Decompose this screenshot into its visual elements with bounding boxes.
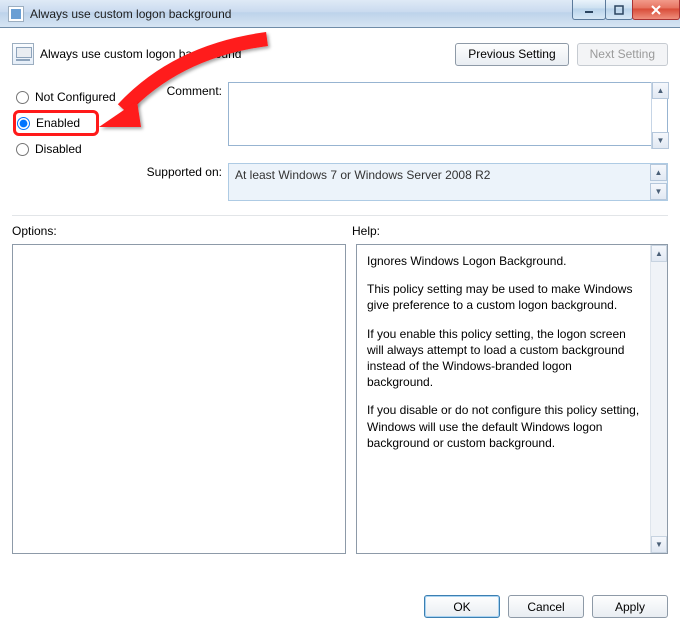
radio-disabled-input[interactable] [16, 143, 29, 156]
scroll-down-icon[interactable]: ▼ [651, 536, 667, 553]
radio-disabled-label: Disabled [35, 142, 82, 156]
window-title: Always use custom logon background [30, 7, 231, 21]
scroll-track[interactable] [651, 262, 667, 536]
window-icon [8, 6, 24, 22]
previous-setting-button[interactable]: Previous Setting [455, 43, 568, 66]
options-label: Options: [12, 224, 352, 238]
header-row: Always use custom logon background Previ… [12, 38, 668, 70]
options-panel [12, 244, 346, 554]
policy-icon [12, 43, 34, 65]
comment-input[interactable] [228, 82, 668, 146]
close-button[interactable] [632, 0, 680, 20]
radio-not-configured[interactable]: Not Configured [12, 84, 142, 110]
help-text: Ignores Windows Logon Background. This p… [357, 245, 650, 553]
help-label: Help: [352, 224, 380, 238]
window-controls [573, 0, 680, 20]
apply-button[interactable]: Apply [592, 595, 668, 618]
radio-not-configured-label: Not Configured [35, 90, 116, 104]
next-setting-button[interactable]: Next Setting [577, 43, 668, 66]
client-area: Always use custom logon background Previ… [0, 28, 680, 628]
scroll-up-icon[interactable]: ▲ [652, 82, 669, 99]
minimize-button[interactable] [572, 0, 606, 20]
scroll-down-icon[interactable]: ▼ [650, 183, 667, 200]
radio-enabled-input[interactable] [17, 117, 30, 130]
radio-not-configured-input[interactable] [16, 91, 29, 104]
scroll-up-icon[interactable]: ▲ [651, 245, 667, 262]
dialog-buttons: OK Cancel Apply [424, 595, 668, 618]
policy-name: Always use custom logon background [40, 47, 241, 61]
help-panel: Ignores Windows Logon Background. This p… [356, 244, 668, 554]
comment-scroll: ▲ ▼ [651, 82, 668, 149]
panels: Ignores Windows Logon Background. This p… [12, 244, 668, 554]
supported-on-value: At least Windows 7 or Windows Server 200… [228, 163, 668, 201]
config-section: Not Configured Enabled Disabled Comment:… [12, 82, 668, 201]
radio-enabled[interactable]: Enabled [13, 110, 99, 136]
scroll-up-icon[interactable]: ▲ [650, 164, 667, 181]
cancel-button[interactable]: Cancel [508, 595, 584, 618]
lower-labels: Options: Help: [12, 224, 668, 238]
help-scrollbar[interactable]: ▲ ▼ [650, 245, 667, 553]
radio-disabled[interactable]: Disabled [12, 136, 142, 162]
title-bar: Always use custom logon background [0, 0, 680, 28]
ok-button[interactable]: OK [424, 595, 500, 618]
maximize-button[interactable] [605, 0, 633, 20]
divider [12, 215, 668, 216]
state-radio-group: Not Configured Enabled Disabled [12, 82, 142, 201]
scroll-down-icon[interactable]: ▼ [652, 132, 669, 149]
radio-enabled-label: Enabled [36, 116, 80, 130]
supported-on-label: Supported on: [142, 163, 228, 201]
comment-label: Comment: [142, 82, 228, 149]
